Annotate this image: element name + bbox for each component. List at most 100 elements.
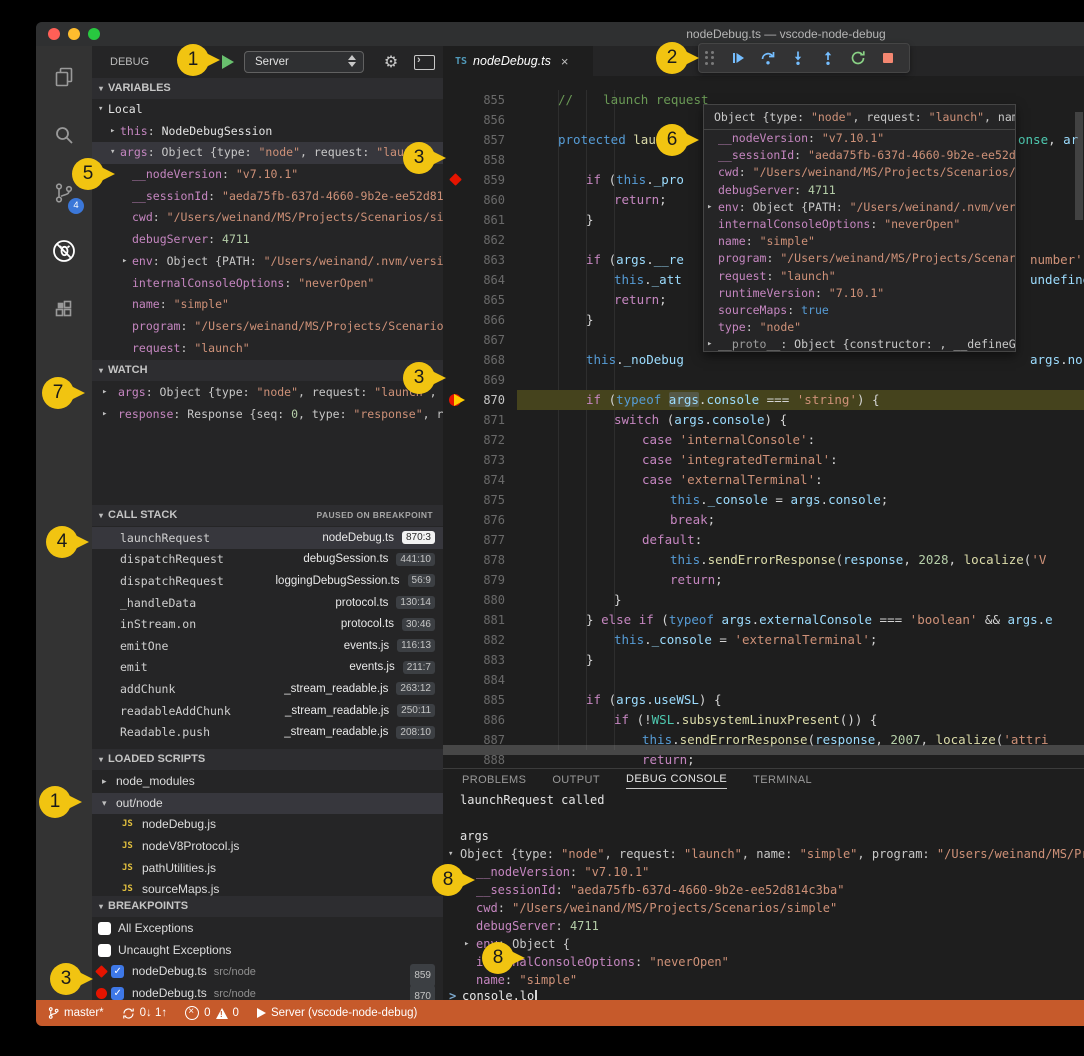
line-number[interactable]: 876 (443, 510, 505, 530)
line-number[interactable]: 885 (443, 690, 505, 710)
debug-target-item[interactable]: Server (vscode-node-debug) (257, 1007, 417, 1019)
breakpoints-section-header[interactable]: ▾BREAKPOINTS (92, 896, 443, 917)
line-number[interactable]: 865 (443, 290, 505, 310)
loaded-script-row[interactable]: JSsourceMaps.js (92, 879, 443, 896)
editor-vertical-scrollbar[interactable] (1075, 112, 1083, 220)
chevron-right-icon[interactable]: ▸ (464, 935, 469, 953)
line-number[interactable]: 855 (443, 90, 505, 110)
line-number[interactable]: 879 (443, 570, 505, 590)
console-row[interactable]: debugServer: 4711 (443, 917, 1084, 935)
line-number[interactable]: 883 (443, 650, 505, 670)
console-row[interactable]: ▸env: Object { (443, 935, 1084, 953)
watch-section-header[interactable]: ▾WATCH (92, 360, 443, 381)
callstack-frame[interactable]: emitevents.js211:7 (92, 657, 443, 679)
step-out-button[interactable] (813, 45, 843, 71)
line-number[interactable]: 874 (443, 470, 505, 490)
line-number[interactable]: 866 (443, 310, 505, 330)
code-line-884[interactable]: 884 (443, 670, 1084, 690)
variable-row[interactable]: ▾args: Object {type: "node", request: "l… (92, 142, 443, 164)
toolbar-drag-handle[interactable] (705, 51, 719, 65)
code-line-870[interactable]: 870if (typeof args.console === 'string')… (443, 390, 1084, 410)
variable-row[interactable]: __sessionId: "aeda75fb-637d-4660-9b2e-ee… (92, 186, 443, 208)
line-number[interactable]: 867 (443, 330, 505, 350)
extensions-icon[interactable] (36, 286, 92, 332)
console-row[interactable]: ▾Object {type: "node", request: "launch"… (443, 845, 1084, 863)
debug-icon[interactable] (36, 228, 92, 274)
code-line-878[interactable]: 878this.sendErrorResponse(response, 2028… (443, 550, 1084, 570)
tab-nodedebug-ts[interactable]: TS nodeDebug.ts × (443, 46, 593, 76)
code-line-879[interactable]: 879return; (443, 570, 1084, 590)
tab-output[interactable]: OUTPUT (552, 774, 600, 789)
line-number[interactable]: 860 (443, 190, 505, 210)
search-icon[interactable] (36, 112, 92, 158)
callstack-frame[interactable]: Readable.push_stream_readable.js208:10 (92, 721, 443, 743)
loaded-script-row[interactable]: JSnodeV8Protocol.js (92, 836, 443, 858)
line-number[interactable]: 884 (443, 670, 505, 690)
close-button[interactable] (48, 28, 60, 40)
restart-button[interactable] (843, 45, 873, 71)
chevron-right-icon[interactable]: ▸ (102, 381, 107, 403)
zoom-button[interactable] (88, 28, 100, 40)
breakpoint-row[interactable]: All Exceptions (92, 918, 443, 940)
variable-row[interactable]: ▸env: Object {PATH: "/Users/weinand/.nvm… (92, 251, 443, 273)
code-line-877[interactable]: 877default: (443, 530, 1084, 550)
code-line-873[interactable]: 873case 'integratedTerminal': (443, 450, 1084, 470)
code-line-876[interactable]: 876break; (443, 510, 1084, 530)
tooltip-property-row[interactable]: runtimeVersion: "7.10.1" (704, 285, 1015, 302)
variable-row[interactable]: request: "launch" (92, 338, 443, 360)
chevron-right-icon[interactable]: ▸ (102, 403, 107, 425)
tooltip-property-row[interactable]: __sessionId: "aeda75fb-637d-4660-9b2e-ee… (704, 147, 1015, 164)
callstack-frame[interactable]: launchRequestnodeDebug.ts870:3 (92, 527, 443, 549)
line-number[interactable]: 881 (443, 610, 505, 630)
console-row[interactable]: internalConsoleOptions: "neverOpen" (443, 953, 1084, 971)
debug-console-toggle-icon[interactable] (414, 55, 435, 70)
callstack-frame[interactable]: readableAddChunk_stream_readable.js250:1… (92, 700, 443, 722)
chevron-down-icon[interactable]: ▾ (110, 142, 115, 164)
breakpoint-row[interactable]: nodeDebug.tssrc/node870 (92, 983, 443, 1001)
breakpoint-checkbox[interactable] (111, 965, 124, 978)
line-number[interactable]: 868 (443, 350, 505, 370)
code-line-871[interactable]: 871switch (args.console) { (443, 410, 1084, 430)
code-line-885[interactable]: 885if (args.useWSL) { (443, 690, 1084, 710)
chevron-down-icon[interactable]: ▾ (98, 99, 103, 121)
stop-button[interactable] (873, 45, 903, 71)
code-line-869[interactable]: 869 (443, 370, 1084, 390)
loaded-script-row[interactable]: JSpathUtilities.js (92, 858, 443, 880)
loaded-script-row[interactable]: ▸node_modules (92, 771, 443, 793)
variables-section-header[interactable]: ▾VARIABLES (92, 78, 443, 99)
callstack-frame[interactable]: _handleDataprotocol.ts130:14 (92, 592, 443, 614)
console-row[interactable] (443, 809, 1084, 827)
console-row[interactable]: __sessionId: "aeda75fb-637d-4660-9b2e-ee… (443, 881, 1084, 899)
code-line-881[interactable]: 881} else if (typeof args.externalConsol… (443, 610, 1084, 630)
line-number[interactable]: 862 (443, 230, 505, 250)
problems-item[interactable]: 0 0 (185, 1006, 239, 1020)
console-row[interactable]: __nodeVersion: "v7.10.1" (443, 863, 1084, 881)
line-number[interactable]: 875 (443, 490, 505, 510)
chevron-right-icon[interactable]: ▸ (102, 771, 107, 793)
step-over-button[interactable] (753, 45, 783, 71)
git-branch-item[interactable]: master* (48, 1006, 104, 1020)
chevron-down-icon[interactable]: ▾ (102, 793, 107, 815)
variable-row[interactable]: __nodeVersion: "v7.10.1" (92, 164, 443, 186)
line-number[interactable]: 873 (443, 450, 505, 470)
exception-checkbox[interactable] (98, 922, 111, 935)
chevron-right-icon[interactable]: ▸ (707, 199, 712, 216)
continue-button[interactable] (723, 45, 753, 71)
callstack-frame[interactable]: addChunk_stream_readable.js263:12 (92, 678, 443, 700)
line-number[interactable]: 880 (443, 590, 505, 610)
launch-config-dropdown[interactable]: Server (244, 51, 364, 73)
watch-row[interactable]: ▸args: Object {type: "node", request: "l… (92, 381, 443, 403)
tooltip-property-row[interactable]: __nodeVersion: "v7.10.1" (704, 130, 1015, 147)
line-number[interactable]: 863 (443, 250, 505, 270)
line-number[interactable]: 864 (443, 270, 505, 290)
callstack-section-header[interactable]: ▾CALL STACK PAUSED ON BREAKPOINT (92, 505, 443, 526)
tooltip-property-row[interactable]: cwd: "/Users/weinand/MS/Projects/Scenari… (704, 164, 1015, 181)
variable-row[interactable]: debugServer: 4711 (92, 229, 443, 251)
tooltip-property-row[interactable]: type: "node" (704, 319, 1015, 336)
step-into-button[interactable] (783, 45, 813, 71)
breakpoint-row[interactable]: nodeDebug.tssrc/node859 (92, 961, 443, 983)
callstack-frame[interactable]: inStream.onprotocol.ts30:46 (92, 613, 443, 635)
variable-row[interactable]: ▸this: NodeDebugSession (92, 121, 443, 143)
line-number[interactable]: 856 (443, 110, 505, 130)
code-line-872[interactable]: 872case 'internalConsole': (443, 430, 1084, 450)
